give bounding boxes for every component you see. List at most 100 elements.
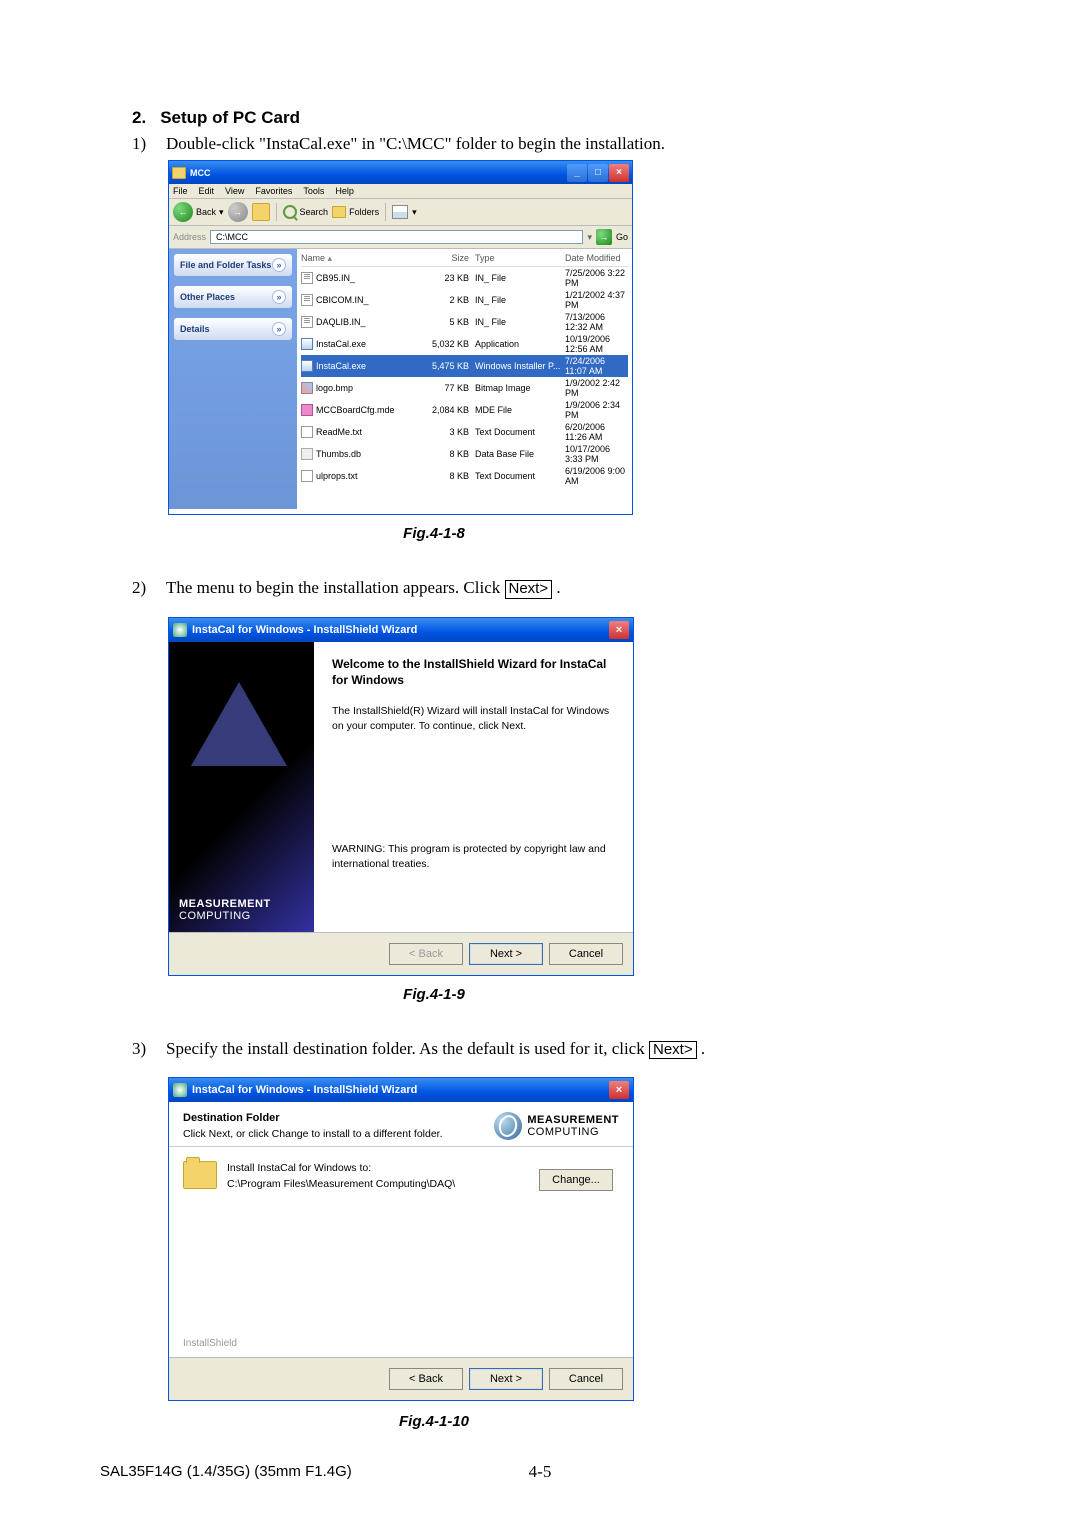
section-heading: 2. Setup of PC Card: [132, 108, 948, 128]
install-path: Install InstaCal for Windows to: C:\Prog…: [227, 1161, 455, 1193]
file-icon: [301, 360, 313, 372]
forward-button[interactable]: →: [228, 202, 248, 222]
file-icon: [301, 272, 313, 284]
minimize-button[interactable]: _: [567, 164, 587, 182]
back-button: < Back: [389, 943, 463, 965]
explorer-window: MCC _ □ × File Edit View Favorites Tools…: [168, 160, 633, 515]
triangle-shape: [191, 682, 287, 766]
figure-caption-2: Fig.4-1-9: [204, 986, 664, 1003]
cancel-button[interactable]: Cancel: [549, 943, 623, 965]
wizard-titlebar: InstaCal for Windows - InstallShield Wiz…: [169, 1078, 633, 1102]
address-label: Address: [173, 232, 206, 242]
next-inline-button: Next>: [649, 1041, 697, 1060]
close-button[interactable]: ×: [609, 164, 629, 182]
next-button[interactable]: Next >: [469, 943, 543, 965]
file-icon: [301, 338, 313, 350]
chevron-icon: »: [272, 290, 286, 304]
step-2: 2) The menu to begin the installation ap…: [132, 578, 948, 599]
explorer-titlebar: MCC _ □ ×: [169, 161, 632, 184]
menu-file[interactable]: File: [173, 186, 188, 196]
file-row[interactable]: ulprops.txt8 KBText Document6/19/2006 9:…: [301, 465, 628, 487]
mc-globe-logo: MEASUREMENT COMPUTING: [494, 1112, 619, 1140]
wizard-icon: [173, 623, 187, 637]
section-number: 2.: [132, 108, 146, 128]
wizard-title: InstaCal for Windows - InstallShield Wiz…: [192, 1084, 417, 1096]
wizard-button-row: < Back Next > Cancel: [169, 1357, 633, 1400]
side-task-file[interactable]: File and Folder Tasks»: [174, 254, 292, 276]
back-button[interactable]: ←Back▾: [173, 202, 224, 222]
globe-icon: [494, 1112, 522, 1140]
close-button[interactable]: ×: [609, 621, 629, 639]
search-button[interactable]: Search: [283, 205, 329, 219]
wizard-warning: WARNING: This program is protected by co…: [332, 842, 615, 871]
up-button[interactable]: [252, 203, 270, 221]
back-button[interactable]: < Back: [389, 1368, 463, 1390]
file-row[interactable]: MCCBoardCfg.mde2,084 KBMDE File1/9/2006 …: [301, 399, 628, 421]
side-task-details[interactable]: Details»: [174, 318, 292, 340]
file-row[interactable]: ReadMe.txt3 KBText Document6/20/2006 11:…: [301, 421, 628, 443]
wizard-body-text: The InstallShield(R) Wizard will install…: [332, 704, 615, 733]
address-value: C:\MCC: [216, 232, 248, 242]
destination-folder-heading: Destination Folder: [183, 1112, 494, 1124]
go-label: Go: [616, 232, 628, 242]
folders-button[interactable]: Folders: [332, 206, 379, 218]
address-bar: Address C:\MCC ▾ → Go: [169, 226, 632, 249]
cancel-button[interactable]: Cancel: [549, 1368, 623, 1390]
file-icon: [301, 382, 313, 394]
wizard-icon: [173, 1083, 187, 1097]
file-row[interactable]: InstaCal.exe5,475 KBWindows Installer P.…: [301, 355, 628, 377]
maximize-button[interactable]: □: [588, 164, 608, 182]
folder-icon: [172, 167, 186, 179]
menu-help[interactable]: Help: [335, 186, 354, 196]
change-button[interactable]: Change...: [539, 1169, 613, 1191]
file-list-header: Name ▴ Size Type Date Modified: [301, 251, 628, 267]
next-inline-button: Next>: [505, 580, 553, 599]
file-row[interactable]: Thumbs.db8 KBData Base File10/17/2006 3:…: [301, 443, 628, 465]
file-icon: [301, 448, 313, 460]
side-panel: File and Folder Tasks» Other Places» Det…: [169, 249, 297, 509]
wizard-title: InstaCal for Windows - InstallShield Wiz…: [192, 624, 417, 636]
file-icon: [301, 294, 313, 306]
file-row[interactable]: logo.bmp77 KBBitmap Image1/9/2002 2:42 P…: [301, 377, 628, 399]
destination-folder-subtext: Click Next, or click Change to install t…: [183, 1128, 494, 1140]
folders-icon: [332, 206, 346, 218]
chevron-icon: »: [272, 322, 286, 336]
file-row[interactable]: DAQLIB.IN_5 KBIN_ File7/13/2006 12:32 AM: [301, 311, 628, 333]
close-button[interactable]: ×: [609, 1081, 629, 1099]
go-button[interactable]: →: [596, 229, 612, 245]
page-number: 4-5: [0, 1462, 1080, 1482]
file-row[interactable]: CB95.IN_23 KBIN_ File7/25/2006 3:22 PM: [301, 267, 628, 289]
wizard-titlebar: InstaCal for Windows - InstallShield Wiz…: [169, 618, 633, 642]
file-row[interactable]: CBICOM.IN_2 KBIN_ File1/21/2002 4:37 PM: [301, 289, 628, 311]
chevron-icon: »: [272, 258, 286, 272]
file-icon: [301, 470, 313, 482]
side-task-places[interactable]: Other Places»: [174, 286, 292, 308]
address-field[interactable]: C:\MCC: [210, 230, 583, 244]
next-button[interactable]: Next >: [469, 1368, 543, 1390]
file-row[interactable]: InstaCal.exe5,032 KBApplication10/19/200…: [301, 333, 628, 355]
wizard-button-row: < Back Next > Cancel: [169, 932, 633, 975]
views-button[interactable]: [392, 205, 408, 219]
figure-caption-3: Fig.4-1-10: [204, 1413, 664, 1430]
file-icon: [301, 316, 313, 328]
section-title: Setup of PC Card: [160, 108, 300, 127]
step-1: 1) Double-click "InstaCal.exe" in "C:\MC…: [132, 134, 948, 154]
menu-tools[interactable]: Tools: [303, 186, 324, 196]
file-icon: [301, 426, 313, 438]
menu-edit[interactable]: Edit: [199, 186, 215, 196]
menubar: File Edit View Favorites Tools Help: [169, 184, 632, 199]
wizard-header-area: Destination Folder Click Next, or click …: [169, 1102, 633, 1147]
wizard-side-graphic: MEASUREMENT COMPUTING: [169, 642, 314, 932]
wizard-destination-window: InstaCal for Windows - InstallShield Wiz…: [168, 1077, 634, 1401]
wizard-heading: Welcome to the InstallShield Wizard for …: [332, 656, 615, 688]
search-icon: [283, 205, 297, 219]
step-3: 3) Specify the install destination folde…: [132, 1039, 948, 1060]
menu-favorites[interactable]: Favorites: [255, 186, 292, 196]
menu-view[interactable]: View: [225, 186, 244, 196]
folder-icon: [183, 1161, 217, 1189]
file-list: Name ▴ Size Type Date Modified CB95.IN_2…: [297, 249, 632, 509]
toolbar: ←Back▾ → Search Folders ▾: [169, 199, 632, 226]
file-icon: [301, 404, 313, 416]
installshield-label: InstallShield: [183, 1338, 237, 1349]
window-title: MCC: [190, 168, 567, 178]
